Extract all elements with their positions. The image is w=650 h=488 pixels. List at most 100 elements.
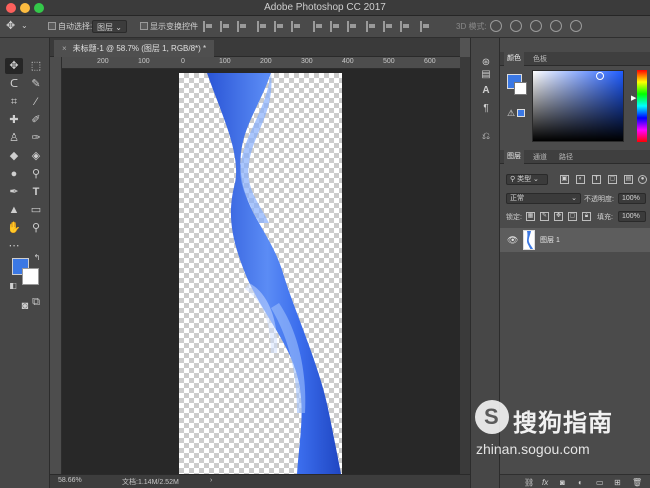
align-vcenter-icon[interactable]: [220, 21, 230, 32]
hue-slider[interactable]: [637, 70, 647, 142]
tab-swatches[interactable]: 色板: [530, 54, 550, 64]
opacity-field[interactable]: 100%: [618, 193, 646, 204]
paragraph-panel-icon[interactable]: ¶: [479, 102, 493, 116]
new-group-icon[interactable]: ▭: [596, 478, 604, 487]
status-menu-arrow-icon[interactable]: ›: [210, 477, 212, 484]
slide-3d-icon[interactable]: [550, 20, 562, 32]
distribute-bottom-icon[interactable]: [347, 21, 357, 32]
pixel-filter-icon[interactable]: ▣: [560, 175, 569, 184]
adjustments-icon[interactable]: ▤: [479, 68, 493, 82]
color-picker-ring[interactable]: [596, 72, 604, 80]
type-tool-icon[interactable]: T: [27, 184, 45, 200]
drag-3d-icon[interactable]: [530, 20, 542, 32]
background-color-swatch[interactable]: [22, 268, 39, 285]
path-selection-tool-icon[interactable]: ▲: [5, 202, 23, 218]
distribute-hcenter-icon[interactable]: [383, 21, 393, 32]
link-layers-icon[interactable]: ⛓: [524, 478, 534, 487]
layer-row[interactable]: 👁︎ 图层 1: [500, 228, 650, 252]
magic-wand-tool-icon[interactable]: ✎: [27, 76, 45, 92]
character-panel-icon[interactable]: A: [479, 84, 493, 98]
layer-style-icon[interactable]: fx: [542, 478, 548, 487]
adjustment-layer-icon[interactable]: ◐: [578, 478, 583, 487]
distribute-top-icon[interactable]: [313, 21, 323, 32]
visibility-eye-icon[interactable]: 👁︎: [507, 235, 518, 246]
close-document-icon[interactable]: ×: [62, 44, 67, 53]
hue-slider-arrow-icon[interactable]: ▶: [631, 94, 636, 102]
clone-stamp-tool-icon[interactable]: ♙: [5, 130, 23, 146]
move-tool-icon[interactable]: ✥: [6, 19, 15, 32]
marquee-tool-icon[interactable]: ⬚: [27, 58, 45, 74]
align-right-icon[interactable]: [291, 21, 301, 32]
pen-tool-icon[interactable]: ✒: [5, 184, 23, 200]
paint-bucket-tool-icon[interactable]: ◈: [27, 148, 45, 164]
layer-name[interactable]: 图层 1: [540, 235, 560, 245]
dodge-tool-icon[interactable]: ⚲: [27, 166, 45, 182]
distribute-right-icon[interactable]: [400, 21, 410, 32]
vertical-scrollbar[interactable]: [460, 57, 470, 474]
scale-3d-icon[interactable]: [570, 20, 582, 32]
fill-field[interactable]: 100%: [618, 211, 646, 222]
tab-paths[interactable]: 路径: [556, 152, 576, 162]
eraser-tool-icon[interactable]: ◆: [5, 148, 23, 164]
adjustment-filter-icon[interactable]: ◐: [576, 175, 585, 184]
blend-mode-dropdown[interactable]: 正常 ⌄: [506, 193, 581, 204]
color-field[interactable]: [532, 70, 624, 142]
crop-tool-icon[interactable]: ⌗: [5, 94, 23, 110]
zoom-level[interactable]: 58.66%: [58, 477, 82, 484]
history-panel-icon[interactable]: ⎌: [479, 130, 493, 144]
zoom-tool-icon[interactable]: ⚲: [27, 220, 45, 236]
swap-colors-icon[interactable]: ↰: [28, 250, 46, 266]
horizontal-ruler[interactable]: 200 100 0 100 200 300 400 500 600: [62, 57, 460, 69]
align-top-icon[interactable]: [203, 21, 213, 32]
shape-filter-icon[interactable]: ▢: [608, 175, 617, 184]
align-hcenter-icon[interactable]: [274, 21, 284, 32]
distribute-left-icon[interactable]: [366, 21, 376, 32]
default-colors-icon[interactable]: ◧: [4, 278, 22, 294]
lasso-tool-icon[interactable]: ᑕ: [5, 76, 23, 92]
tab-channels[interactable]: 通道: [530, 152, 550, 162]
move-tool-icon[interactable]: ✥: [5, 58, 23, 74]
lock-transparent-icon[interactable]: ▦: [526, 212, 535, 221]
auto-select-checkbox[interactable]: 自动选择:: [48, 21, 92, 32]
hand-tool-icon[interactable]: ✋: [5, 220, 23, 236]
new-layer-icon[interactable]: ⊞: [614, 478, 621, 487]
rotate-3d-icon[interactable]: [490, 20, 502, 32]
color-panel-tabs: 颜色 色板: [500, 52, 650, 66]
lock-position-icon[interactable]: ✥: [554, 212, 563, 221]
healing-brush-tool-icon[interactable]: ✚: [5, 112, 23, 128]
align-left-icon[interactable]: [257, 21, 267, 32]
tab-layers[interactable]: 图层: [504, 150, 524, 164]
add-mask-icon[interactable]: ◙: [560, 478, 565, 487]
lock-all-icon[interactable]: 🔒︎: [582, 212, 591, 221]
align-bottom-icon[interactable]: [237, 21, 247, 32]
filter-toggle-icon[interactable]: ●: [638, 175, 647, 184]
gamut-color-swatch[interactable]: [517, 109, 525, 117]
filter-kind-dropdown[interactable]: ⚲ 类型 ⌄: [506, 174, 548, 185]
rectangle-tool-icon[interactable]: ▭: [27, 202, 45, 218]
distribute-vcenter-icon[interactable]: [330, 21, 340, 32]
tab-color[interactable]: 颜色: [504, 52, 524, 66]
show-transform-checkbox[interactable]: 显示变换控件: [140, 21, 198, 32]
document-canvas[interactable]: [179, 73, 342, 474]
panel-background-swatch[interactable]: [514, 82, 527, 95]
document-tab[interactable]: × 未标题-1 @ 58.7% (图层 1, RGB/8*) *: [54, 40, 215, 57]
type-filter-icon[interactable]: T: [592, 175, 601, 184]
brush-tool-icon[interactable]: ✐: [27, 112, 45, 128]
lock-image-icon[interactable]: ✎: [540, 212, 549, 221]
smart-object-filter-icon[interactable]: ▤: [624, 175, 633, 184]
gamut-warning-icon[interactable]: ⚠: [507, 108, 515, 119]
delete-layer-icon[interactable]: 🗑︎: [632, 478, 642, 487]
auto-select-target-dropdown[interactable]: 图层 ⌄: [92, 20, 127, 33]
eyedropper-tool-icon[interactable]: ⁄: [27, 94, 45, 110]
blur-tool-icon[interactable]: ●: [5, 166, 23, 182]
lock-artboard-icon[interactable]: ▢: [568, 212, 577, 221]
auto-align-icon[interactable]: [420, 21, 430, 32]
tool-preset-chevron-icon[interactable]: ⌄: [21, 21, 28, 30]
screen-mode-icon[interactable]: ⧉: [27, 294, 45, 310]
vertical-ruler[interactable]: [50, 57, 62, 474]
history-brush-tool-icon[interactable]: ✑: [27, 130, 45, 146]
blue-ribbon-artwork: [207, 73, 341, 474]
edit-toolbar-icon[interactable]: ⋯: [5, 238, 23, 254]
roll-3d-icon[interactable]: [510, 20, 522, 32]
quick-mask-mode-icon[interactable]: [5, 294, 23, 310]
